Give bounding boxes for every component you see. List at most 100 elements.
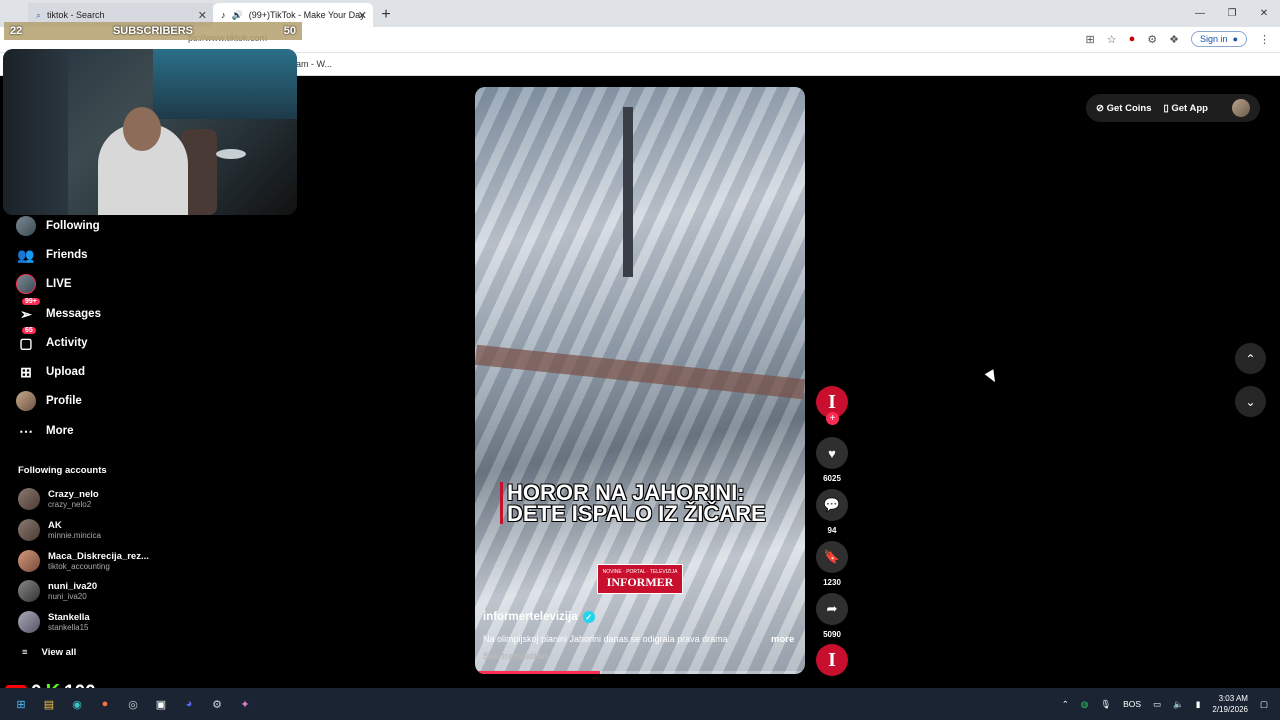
- subscriber-goal-overlay: 22 SUBSCRIBERS 50: [4, 22, 302, 40]
- clock-date: 2/19/2026: [1212, 705, 1248, 714]
- favorite-star-icon[interactable]: ☆: [1107, 33, 1117, 46]
- extensions-icon[interactable]: ⚙: [1147, 33, 1157, 46]
- streamer-head: [123, 107, 161, 151]
- save-count: 1230: [823, 578, 841, 587]
- app-available-icon[interactable]: ⊞: [1086, 33, 1095, 46]
- sidebar-item-live[interactable]: LIVE: [16, 274, 72, 294]
- previous-video-button[interactable]: ⌃: [1235, 343, 1266, 374]
- following-account[interactable]: Maca_Diskrecija_rez... tiktok_accounting: [18, 550, 149, 572]
- steam-icon[interactable]: ⚙: [206, 693, 228, 715]
- close-tab-icon[interactable]: ✕: [198, 9, 207, 22]
- profile-avatar-icon: [16, 391, 36, 411]
- top-right-actions: ⊘ Get Coins ▯ Get App: [1086, 94, 1260, 122]
- coin-icon: ⊘: [1096, 102, 1104, 114]
- chairlift-tower: [623, 107, 633, 277]
- bookmark-item[interactable]: am - W...: [296, 59, 332, 69]
- video-author[interactable]: informertelevizija ✓: [483, 611, 595, 623]
- save-button[interactable]: 🔖 1230: [816, 541, 848, 587]
- close-window-icon[interactable]: ✕: [1248, 0, 1280, 27]
- see-translation-link[interactable]: See translation: [483, 651, 548, 661]
- language-indicator[interactable]: BOS: [1123, 699, 1141, 709]
- battery-icon[interactable]: ▮: [1196, 699, 1201, 710]
- close-tab-icon[interactable]: ✕: [358, 9, 367, 22]
- webcam-overlay: [3, 49, 297, 215]
- get-coins-button[interactable]: ⊘ Get Coins: [1096, 103, 1151, 114]
- windows-taskbar: ⊞ ▤ ◉ ● ◎ ▣ ◕ ⚙ ✦ ⌃ ◍ 🎙 BOS ▭ 🔈 ▮ 3:03 A…: [0, 688, 1280, 720]
- account-name: Stankella: [48, 611, 90, 623]
- search-icon: ⌕: [36, 9, 42, 20]
- author-name: informertelevizija: [483, 611, 578, 623]
- following-account[interactable]: nuni_iva20 nuni_iva20: [18, 580, 97, 602]
- following-account[interactable]: Stankella stankella15: [18, 611, 90, 633]
- notification-icon[interactable]: ▢: [1260, 699, 1268, 710]
- following-account[interactable]: AK minnie.mincica: [18, 519, 101, 541]
- upload-icon: ⊞: [20, 363, 32, 380]
- restore-icon[interactable]: ❐: [1216, 0, 1248, 27]
- video-player[interactable]: HOROR NA JAHORINI: DETE ISPALO IZ ŽIČARE…: [475, 87, 805, 674]
- adblock-icon[interactable]: ●: [1129, 33, 1136, 45]
- verified-badge-icon: ✓: [582, 611, 595, 623]
- sidebar-item-label: Activity: [46, 337, 88, 349]
- profile-icon: ●: [1232, 34, 1238, 44]
- audio-icon[interactable]: 🔊: [232, 10, 243, 21]
- video-progress-bar[interactable]: [475, 671, 805, 674]
- next-video-button[interactable]: ⌄: [1235, 386, 1266, 417]
- new-tab-button[interactable]: +: [373, 3, 399, 27]
- sidebar-item-label: Profile: [46, 395, 82, 407]
- sidebar-item-messages[interactable]: ➢ 99+ Messages: [16, 298, 101, 324]
- share-count: 5090: [823, 630, 841, 639]
- file-explorer-icon[interactable]: ▤: [38, 693, 60, 715]
- collections-icon[interactable]: ❖: [1169, 33, 1179, 46]
- sidebar-item-label: More: [46, 425, 74, 437]
- sidebar-item-profile[interactable]: Profile: [16, 391, 82, 411]
- discord-icon[interactable]: ◕: [178, 693, 200, 715]
- subscriber-goal: 50: [283, 25, 296, 37]
- more-button[interactable]: more: [771, 634, 794, 645]
- follow-plus-icon[interactable]: +: [826, 412, 839, 425]
- informer-logo: NOVINE · PORTAL · TELEVIZIJA INFORMER: [597, 564, 683, 594]
- firefox-icon[interactable]: ●: [94, 693, 116, 715]
- app-icon[interactable]: ✦: [234, 693, 256, 715]
- account-avatar: [18, 611, 40, 633]
- microphone-icon[interactable]: 🎙: [1100, 699, 1111, 710]
- obs-icon[interactable]: ◎: [122, 693, 144, 715]
- sidebar-item-following[interactable]: Following: [16, 216, 100, 236]
- sidebar-item-label: Friends: [46, 249, 88, 261]
- menu-dots-icon[interactable]: ⋮: [1259, 33, 1270, 46]
- sidebar-item-label: Following: [46, 220, 100, 232]
- volume-icon[interactable]: 🔈: [1173, 699, 1184, 710]
- window-controls: — ❐ ✕: [1184, 0, 1280, 27]
- get-app-button[interactable]: ▯ Get App: [1163, 103, 1207, 114]
- sidebar-item-more[interactable]: ⋯ More: [16, 421, 73, 441]
- like-count: 6025: [823, 474, 841, 483]
- share-button[interactable]: ➦ 5090: [816, 593, 848, 639]
- account-username: stankella15: [48, 622, 89, 632]
- chevron-up-icon[interactable]: ⌃: [1062, 699, 1069, 710]
- comment-icon: 💬: [816, 489, 848, 521]
- caption-line-2: DETE ISPALO IZ ŽIČARE: [507, 501, 766, 526]
- network-icon[interactable]: ▭: [1153, 699, 1161, 710]
- sidebar-item-label: Upload: [46, 366, 85, 378]
- tiktok-favicon-icon: ♪: [221, 10, 226, 20]
- subscriber-current: 22: [10, 25, 23, 37]
- like-button[interactable]: ♥ 6025: [816, 437, 848, 483]
- windows-start-icon[interactable]: ⊞: [10, 693, 32, 715]
- music-disc[interactable]: I: [816, 644, 848, 676]
- comment-button[interactable]: 💬 94: [816, 489, 848, 535]
- sidebar-item-activity[interactable]: ▢ 65 Activity: [16, 327, 88, 353]
- clock[interactable]: 3:03 AM 2/19/2026: [1212, 693, 1248, 715]
- list-icon: ≡: [22, 647, 28, 658]
- sidebar-item-upload[interactable]: ⊞ Upload: [16, 362, 85, 382]
- bookmark-icon: 🔖: [816, 541, 848, 573]
- edge-browser-icon[interactable]: ◉: [66, 693, 88, 715]
- user-avatar[interactable]: [1232, 99, 1250, 117]
- minimize-icon[interactable]: —: [1184, 0, 1216, 27]
- shield-icon[interactable]: ◍: [1081, 699, 1088, 710]
- following-account[interactable]: Crazy_nelo crazy_nelo2: [18, 488, 99, 510]
- webcam-background: [3, 49, 68, 215]
- sidebar-item-friends[interactable]: 👥 Friends: [16, 245, 88, 265]
- sign-in-button[interactable]: Sign in ●: [1191, 31, 1247, 47]
- view-all-link[interactable]: ≡ View all: [22, 647, 76, 658]
- more-icon: ⋯: [19, 422, 33, 439]
- capcut-icon[interactable]: ▣: [150, 693, 172, 715]
